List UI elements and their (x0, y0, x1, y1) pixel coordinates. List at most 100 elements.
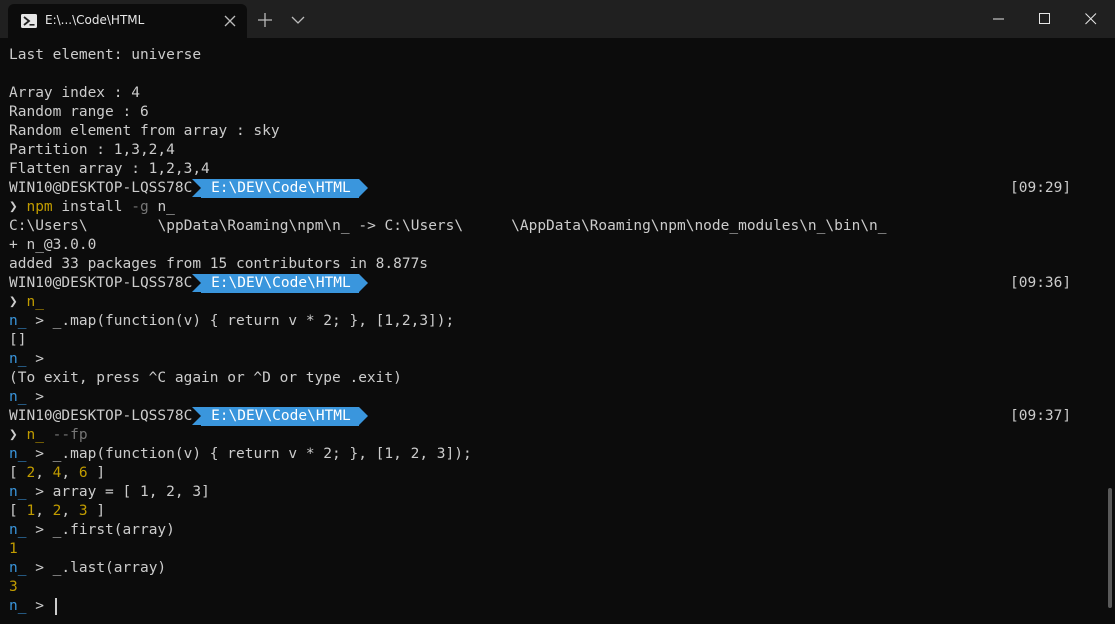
close-tab-icon[interactable] (222, 13, 238, 29)
repl-gt: > (26, 484, 53, 500)
repl-input: _.first(array) (52, 522, 175, 538)
prompt-path: E:\DEV\Code\HTML (192, 274, 368, 293)
output-line: [ 2, 4, 6 ] (9, 464, 105, 483)
command-line: ❯ n_ (9, 293, 44, 312)
command-line: ❯ npm install -g n_ (9, 198, 175, 217)
repl-gt: > (26, 446, 53, 462)
output-text: C:\Users\ (9, 218, 88, 234)
output-number: 6 (78, 465, 88, 481)
output-line: Partition : 1,3,2,4 (9, 142, 175, 158)
output-line: Random range : 6 (9, 104, 149, 120)
minimize-icon (993, 18, 1004, 20)
command-name: n_ (26, 294, 44, 310)
title-bar: E:\...\Code\HTML (0, 0, 1115, 38)
output-text: [ (9, 465, 27, 481)
output-line: C:\Users\ \ppData\Roaming\npm\n_ -> C:\Us… (9, 217, 887, 236)
repl-line: n_ > array = [ 1, 2, 3] (9, 483, 210, 502)
tab-title: E:\...\Code\HTML (45, 13, 145, 27)
repl-line: n_ > _.last(array) (9, 559, 166, 578)
command-args: install (61, 199, 132, 215)
output-number: 1 (26, 503, 36, 519)
repl-input: _.map(function(v) { return v * 2; }, [1,… (52, 446, 472, 462)
repl-line: n_ > _.map(function(v) { return v * 2; }… (9, 445, 472, 464)
prompt-chevron: ❯ (9, 427, 18, 443)
output-number: 3 (9, 579, 18, 595)
prompt-line: WIN10@DESKTOP-LQSS78C E:\DEV\Code\HTML (9, 179, 368, 198)
command-flag: -g (131, 199, 149, 215)
output-text: \AppData\Roaming\npm\node_modules\n_\bin… (511, 218, 887, 234)
prompt-line: WIN10@DESKTOP-LQSS78C E:\DEV\Code\HTML (9, 274, 368, 293)
command-name: npm (26, 199, 53, 215)
prompt-time: [09:29] (1010, 180, 1072, 196)
repl-prompt: n_ (9, 484, 27, 500)
powershell-icon (21, 14, 37, 28)
repl-line: n_ > _.first(array) (9, 521, 175, 540)
prompt-time: [09:36] (1010, 275, 1072, 291)
repl-line: n_ > _.map(function(v) { return v * 2; }… (9, 312, 454, 331)
prompt-path-text: E:\DEV\Code\HTML (211, 275, 351, 291)
output-text: ] (87, 503, 106, 519)
chevron-down-icon[interactable] (290, 13, 306, 27)
terminal-output[interactable]: Last element: universe Array index : 4 R… (0, 38, 1103, 624)
terminal-tab[interactable]: E:\...\Code\HTML (8, 4, 247, 38)
close-window-button[interactable] (1068, 0, 1114, 38)
repl-gt: > (26, 522, 53, 538)
command-flag: --fp (43, 427, 88, 443)
output-text: ] (87, 465, 106, 481)
repl-active-line[interactable]: n_ > (9, 597, 57, 616)
output-line: Flatten array : 1,2,3,4 (9, 161, 210, 177)
repl-line: n_ > (9, 388, 53, 407)
prompt-path: E:\DEV\Code\HTML (192, 179, 368, 198)
output-line: (To exit, press ^C again or ^D or type .… (9, 370, 402, 386)
repl-gt: > (26, 351, 53, 367)
repl-prompt: n_ (9, 313, 27, 329)
repl-gt: > (26, 389, 53, 405)
prompt-chevron: ❯ (9, 294, 18, 310)
repl-input: _.last(array) (52, 560, 167, 576)
output-line: Random element from array : sky (9, 123, 280, 139)
prompt-user: WIN10@DESKTOP-LQSS78C (9, 408, 193, 424)
output-line: added 33 packages from 15 contributors i… (9, 256, 429, 272)
repl-prompt: n_ (9, 389, 27, 405)
output-text: , (35, 465, 53, 481)
output-number: 2 (26, 465, 36, 481)
output-text: , (61, 465, 79, 481)
command-args: n_ (148, 199, 175, 215)
output-text: \ppData\Roaming\npm\n_ -> C:\Users\ (157, 218, 464, 234)
command-name: n_ (26, 427, 44, 443)
prompt-time: [09:37] (1010, 408, 1072, 424)
maximize-button[interactable] (1022, 0, 1068, 38)
command-line: ❯ n_ --fp (9, 426, 88, 445)
prompt-path-text: E:\DEV\Code\HTML (211, 408, 351, 424)
repl-gt: > (26, 313, 53, 329)
repl-input: _.map(function(v) { return v * 2; }, [1,… (52, 313, 455, 329)
repl-input: array = [ 1, 2, 3] (52, 484, 210, 500)
scrollbar-thumb[interactable] (1108, 488, 1112, 608)
repl-prompt: n_ (9, 351, 27, 367)
output-line: + n_@3.0.0 (9, 237, 97, 253)
repl-prompt: n_ (9, 560, 27, 576)
repl-prompt: n_ (9, 446, 27, 462)
maximize-icon (1039, 13, 1050, 24)
new-tab-icon[interactable] (256, 11, 274, 29)
output-line: [] (9, 332, 27, 348)
repl-gt: > (26, 560, 53, 576)
text-cursor (54, 597, 57, 615)
repl-gt: > (26, 598, 53, 614)
repl-prompt: n_ (9, 598, 27, 614)
prompt-path-text: E:\DEV\Code\HTML (211, 180, 351, 196)
prompt-chevron: ❯ (9, 199, 18, 215)
output-text: , (61, 503, 79, 519)
output-line: Array index : 4 (9, 85, 140, 101)
output-line: [ 1, 2, 3 ] (9, 502, 105, 521)
output-number: 1 (9, 541, 18, 557)
output-line: Last element: universe (9, 47, 202, 63)
output-number: 3 (78, 503, 88, 519)
prompt-path: E:\DEV\Code\HTML (192, 407, 368, 426)
minimize-button[interactable] (976, 0, 1022, 38)
prompt-user: WIN10@DESKTOP-LQSS78C (9, 275, 193, 291)
close-icon (1085, 13, 1097, 25)
output-text: [ (9, 503, 27, 519)
repl-prompt: n_ (9, 522, 27, 538)
prompt-user: WIN10@DESKTOP-LQSS78C (9, 180, 193, 196)
